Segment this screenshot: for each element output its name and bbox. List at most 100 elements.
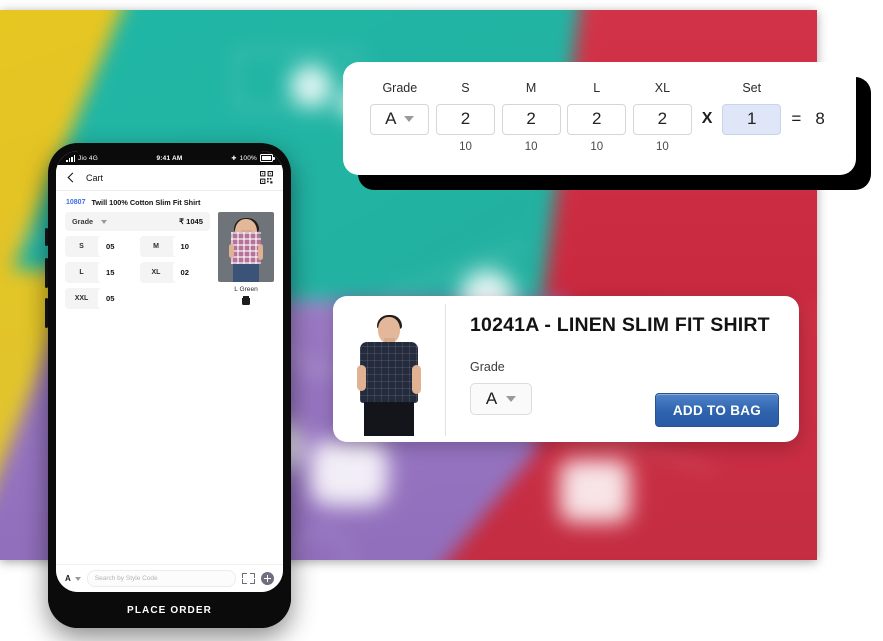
size-cell[interactable]: L 15 bbox=[65, 262, 135, 283]
battery-percent-label: 100% bbox=[239, 154, 257, 162]
thumb-model-illustration bbox=[218, 212, 274, 282]
model-arm-right bbox=[258, 244, 263, 260]
multiply-symbol-column: X bbox=[695, 82, 719, 134]
size-column-l: L 2 10 bbox=[564, 82, 630, 153]
cart-item-price: ₹ 1045 bbox=[179, 217, 203, 226]
scan-frame-icon[interactable] bbox=[242, 573, 255, 584]
phone-volume-button bbox=[45, 258, 48, 288]
size-label-l: L bbox=[593, 81, 601, 95]
size-grid: S 05 M 10 L 15 XL 02 XXL 05 bbox=[65, 236, 210, 309]
chevron-down-icon bbox=[404, 116, 415, 122]
add-to-bag-button[interactable]: ADD TO BAG bbox=[655, 393, 779, 427]
background-bulb-blob bbox=[290, 65, 332, 107]
cart-item-thumbnail bbox=[218, 212, 274, 282]
phone-screen: Jio 4G 9:41 AM ✚ 100% Cart 10807 Twill 1… bbox=[56, 151, 283, 592]
cart-item-color: L Green bbox=[234, 286, 258, 293]
grade-label: Grade bbox=[382, 81, 418, 95]
size-input-m[interactable]: 2 bbox=[501, 103, 561, 135]
cart-grade-select[interactable]: Grade bbox=[72, 217, 108, 226]
size-qty[interactable]: 10 bbox=[172, 236, 209, 257]
size-input-s[interactable]: 2 bbox=[435, 103, 495, 135]
size-column-m: M 2 10 bbox=[498, 82, 564, 153]
carrier-label: Jio 4G bbox=[78, 154, 98, 162]
cart-item-thumb-area: L Green bbox=[218, 212, 274, 309]
size-input-xl[interactable]: 2 bbox=[632, 103, 692, 135]
size-qty[interactable]: 05 bbox=[98, 236, 135, 257]
grade-column: Grade A bbox=[367, 82, 433, 135]
chevron-down-icon bbox=[506, 396, 517, 402]
size-qty[interactable]: 15 bbox=[98, 262, 135, 283]
size-qty[interactable]: 05 bbox=[98, 288, 135, 309]
size-cell[interactable]: XL 02 bbox=[139, 262, 209, 283]
size-cell[interactable]: S 05 bbox=[65, 236, 135, 257]
screenshot-stage: Grade A S 2 10 M 2 10 L 2 10 XL 2 10 X S… bbox=[0, 0, 883, 641]
grade-size-row: Grade A S 2 10 M 2 10 L 2 10 XL 2 10 X S… bbox=[343, 62, 856, 175]
product-title: 10241A - LINEN SLIM FIT SHIRT bbox=[470, 314, 770, 336]
size-sub-xl: 10 bbox=[655, 140, 669, 153]
size-column-s: S 2 10 bbox=[433, 82, 499, 153]
model-shirt bbox=[360, 342, 418, 403]
size-column-xl: XL 2 10 bbox=[630, 82, 696, 153]
cart-bottom-bar: A Search by Style Code bbox=[56, 564, 283, 592]
cart-grade-label: Grade bbox=[72, 217, 94, 226]
size-sub-l: 10 bbox=[590, 140, 604, 153]
size-cell[interactable]: M 10 bbox=[139, 236, 209, 257]
plus-circle-icon[interactable] bbox=[261, 572, 274, 585]
model-arm-right bbox=[412, 364, 421, 394]
size-label: XXL bbox=[74, 295, 89, 302]
set-column: Set 1 bbox=[719, 82, 785, 135]
model-arm-left bbox=[357, 364, 366, 392]
size-label: L bbox=[79, 269, 84, 276]
set-input[interactable]: 1 bbox=[722, 103, 782, 135]
status-bar: Jio 4G 9:41 AM ✚ 100% bbox=[56, 151, 283, 165]
set-label: Set bbox=[742, 81, 762, 95]
equals-symbol-column: = bbox=[785, 82, 809, 134]
model-trousers bbox=[364, 401, 414, 436]
size-label: XL bbox=[151, 269, 161, 276]
size-cell[interactable]: XXL 05 bbox=[65, 288, 135, 309]
size-qty[interactable]: 02 bbox=[172, 262, 209, 283]
cart-item: Grade ₹ 1045 S 05 M 10 L 15 XL 02 XXL 05… bbox=[56, 212, 283, 317]
equals-symbol: = bbox=[791, 109, 802, 128]
product-card-inner: 10241A - LINEN SLIM FIT SHIRT Grade A AD… bbox=[333, 296, 799, 442]
status-bar-left: Jio 4G bbox=[66, 154, 135, 162]
size-label: M bbox=[153, 243, 159, 250]
style-name: Twill 100% Cotton Slim Fit Shirt bbox=[91, 198, 201, 207]
cart-item-header: Grade ₹ 1045 bbox=[65, 212, 210, 231]
size-label-xl: XL bbox=[654, 81, 671, 95]
size-input-l[interactable]: 2 bbox=[567, 103, 627, 135]
multiply-symbol: X bbox=[701, 110, 713, 127]
qr-scan-icon[interactable] bbox=[260, 171, 273, 184]
bottombar-grade-select[interactable]: A bbox=[65, 574, 81, 583]
phone-mockup: Jio 4G 9:41 AM ✚ 100% Cart 10807 Twill 1… bbox=[45, 143, 291, 628]
battery-icon bbox=[260, 154, 275, 162]
product-card: 10241A - LINEN SLIM FIT SHIRT Grade A AD… bbox=[333, 296, 799, 442]
total-column: 8 bbox=[808, 82, 832, 134]
search-input[interactable]: Search by Style Code bbox=[86, 570, 236, 587]
product-grade-label: Grade bbox=[470, 359, 505, 374]
chevron-down-icon bbox=[101, 219, 108, 224]
style-code[interactable]: 10807 bbox=[66, 199, 85, 206]
place-order-button[interactable]: PLACE ORDER bbox=[48, 592, 291, 628]
page-title: Cart bbox=[86, 172, 104, 183]
model-trousers bbox=[233, 263, 259, 282]
background-bulb-blob bbox=[560, 460, 630, 522]
size-label-s: S bbox=[461, 81, 470, 95]
trash-icon[interactable] bbox=[242, 296, 250, 305]
product-grade-select[interactable]: A bbox=[470, 383, 532, 415]
back-chevron-icon[interactable] bbox=[66, 173, 76, 183]
phone-volume-button bbox=[45, 298, 48, 328]
size-label-m: M bbox=[525, 81, 537, 95]
product-image bbox=[333, 304, 446, 436]
chevron-down-icon bbox=[74, 576, 81, 581]
grade-select-value: A bbox=[385, 109, 397, 128]
size-label: S bbox=[79, 243, 84, 250]
phone-volume-button bbox=[45, 228, 48, 246]
style-row: 10807 Twill 100% Cotton Slim Fit Shirt bbox=[56, 191, 283, 212]
product-grade-value: A bbox=[485, 389, 498, 408]
cart-item-sizes: Grade ₹ 1045 S 05 M 10 L 15 XL 02 XXL 05 bbox=[65, 212, 210, 309]
grade-size-card: Grade A S 2 10 M 2 10 L 2 10 XL 2 10 X S… bbox=[343, 62, 856, 175]
bluetooth-icon: ✚ bbox=[231, 155, 237, 162]
grade-select[interactable]: A bbox=[370, 103, 430, 135]
product-card-body: 10241A - LINEN SLIM FIT SHIRT Grade A AD… bbox=[446, 296, 799, 442]
